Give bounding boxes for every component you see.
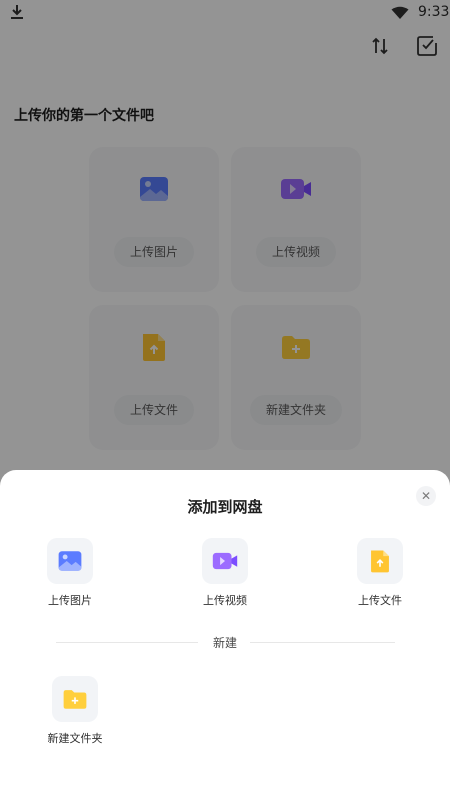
sheet-new-folder-label: 新建文件夹: [47, 732, 103, 745]
folder-add-icon: [63, 690, 87, 709]
file-upload-icon: [371, 550, 389, 573]
file-tile: [357, 538, 403, 584]
sheet-upload-file-label: 上传文件: [358, 594, 402, 607]
folder-tile: [52, 676, 98, 722]
sheet-upload-image-button[interactable]: 上传图片: [25, 538, 115, 608]
add-to-drive-sheet: 添加到网盘 ✕ 上传图片 上传视频 上传文件 新建 新建文件夹: [0, 470, 450, 800]
divider-right: [250, 642, 395, 643]
video-tile: [202, 538, 248, 584]
close-icon: ✕: [420, 489, 432, 503]
sheet-title: 添加到网盘: [187, 498, 263, 516]
sheet-new-folder-button[interactable]: 新建文件夹: [30, 676, 120, 746]
sheet-upload-image-label: 上传图片: [48, 594, 92, 607]
image-icon: [58, 551, 82, 571]
video-icon: [212, 552, 238, 570]
sheet-upload-video-label: 上传视频: [203, 594, 247, 607]
image-tile: [47, 538, 93, 584]
close-button[interactable]: ✕: [416, 486, 436, 506]
sheet-upload-video-button[interactable]: 上传视频: [180, 538, 270, 608]
sheet-upload-file-button[interactable]: 上传文件: [335, 538, 425, 608]
